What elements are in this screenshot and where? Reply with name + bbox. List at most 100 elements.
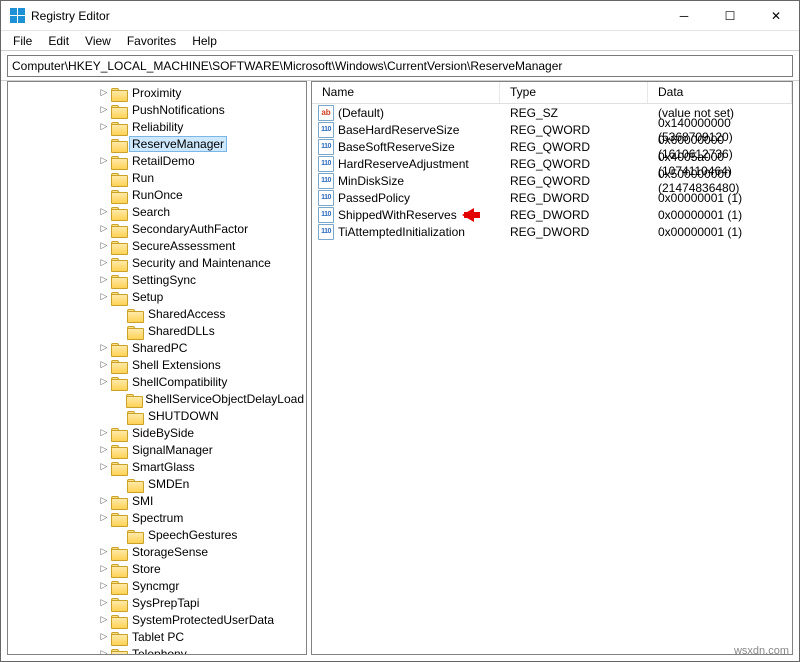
tree-item[interactable]: ▷SmartGlass: [10, 458, 306, 475]
tree-item[interactable]: SharedDLLs: [10, 322, 306, 339]
expander-icon[interactable]: ▷: [98, 512, 110, 523]
list-header[interactable]: Name Type Data: [312, 82, 792, 104]
expander-icon[interactable]: ▷: [98, 597, 110, 608]
maximize-button[interactable]: ☐: [707, 1, 753, 30]
tree-item[interactable]: ▷Shell Extensions: [10, 356, 306, 373]
tree-item[interactable]: ▷Tablet PC: [10, 628, 306, 645]
expander-icon[interactable]: ▷: [98, 427, 110, 438]
expander-icon[interactable]: ▷: [98, 274, 110, 285]
tree-item[interactable]: ▷SettingSync: [10, 271, 306, 288]
tree-item-label: Proximity: [130, 86, 183, 100]
tree-item[interactable]: ▷SysPrepTapi: [10, 594, 306, 611]
address-bar[interactable]: Computer\HKEY_LOCAL_MACHINE\SOFTWARE\Mic…: [7, 55, 793, 77]
value-data: 0x00000001 (1): [648, 191, 792, 205]
expander-icon[interactable]: ▷: [98, 359, 110, 370]
expander-icon[interactable]: ▷: [98, 87, 110, 98]
expander-icon[interactable]: ▷: [98, 223, 110, 234]
expander-icon[interactable]: ▷: [98, 240, 110, 251]
tree-item[interactable]: SharedAccess: [10, 305, 306, 322]
tree-item[interactable]: ▷ RetailDemo: [10, 152, 306, 169]
expander-icon[interactable]: ▷: [98, 546, 110, 557]
expander-icon[interactable]: ▷: [98, 104, 110, 115]
tree-item[interactable]: RunOnce: [10, 186, 306, 203]
list-row[interactable]: 110MinDiskSizeREG_QWORD0x500000000 (2147…: [312, 172, 792, 189]
tree-item[interactable]: ▷Security and Maintenance: [10, 254, 306, 271]
value-type: REG_QWORD: [500, 157, 648, 171]
tree-item[interactable]: ▷ SMI: [10, 492, 306, 509]
folder-icon: [111, 154, 127, 168]
expander-icon[interactable]: ▷: [98, 155, 110, 166]
value-type: REG_DWORD: [500, 191, 648, 205]
list-row[interactable]: 110ShippedWithReservesREG_DWORD0x0000000…: [312, 206, 792, 223]
expander-icon[interactable]: ▷: [98, 461, 110, 472]
tree-item[interactable]: ▷SecondaryAuthFactor: [10, 220, 306, 237]
tree-item[interactable]: ▷SignalManager: [10, 441, 306, 458]
column-name[interactable]: Name: [312, 82, 500, 103]
expander-icon[interactable]: ▷: [98, 206, 110, 217]
menu-help[interactable]: Help: [184, 33, 225, 49]
tree-item[interactable]: ReserveManager: [10, 135, 306, 152]
tree-item[interactable]: ▷SystemProtectedUserData: [10, 611, 306, 628]
tree-item[interactable]: ▷ Proximity: [10, 84, 306, 101]
tree-item[interactable]: ▷ SideBySide: [10, 424, 306, 441]
folder-icon: [111, 103, 127, 117]
expander-icon[interactable]: ▷: [98, 648, 110, 655]
tree-item[interactable]: SHUTDOWN: [10, 407, 306, 424]
menu-edit[interactable]: Edit: [40, 33, 77, 49]
menu-file[interactable]: File: [5, 33, 40, 49]
tree-item[interactable]: ShellServiceObjectDelayLoad: [10, 390, 306, 407]
tree-item[interactable]: ▷Search: [10, 203, 306, 220]
title-bar[interactable]: Registry Editor ─ ☐ ✕: [1, 1, 799, 31]
value-name: (Default): [338, 106, 384, 120]
menu-favorites[interactable]: Favorites: [119, 33, 184, 49]
tree-item-label: SMI: [130, 494, 155, 508]
list-row[interactable]: 110TiAttemptedInitializationREG_DWORD0x0…: [312, 223, 792, 240]
tree-item-label: SideBySide: [130, 426, 196, 440]
expander-icon[interactable]: ▷: [98, 563, 110, 574]
tree-item[interactable]: ▷ShellCompatibility: [10, 373, 306, 390]
tree-item[interactable]: SpeechGestures: [10, 526, 306, 543]
tree-item[interactable]: ▷Telephony: [10, 645, 306, 655]
column-data[interactable]: Data: [648, 82, 792, 103]
folder-icon: [126, 392, 140, 406]
value-type: REG_DWORD: [500, 208, 648, 222]
menu-view[interactable]: View: [77, 33, 119, 49]
value-type: REG_QWORD: [500, 140, 648, 154]
list-body[interactable]: ab(Default)REG_SZ(value not set)110BaseH…: [312, 104, 792, 654]
tree-item[interactable]: ▷StorageSense: [10, 543, 306, 560]
expander-icon[interactable]: ▷: [98, 257, 110, 268]
expander-icon[interactable]: ▷: [98, 614, 110, 625]
binary-value-icon: 110: [318, 224, 334, 240]
tree-item[interactable]: ▷Reliability: [10, 118, 306, 135]
value-list[interactable]: Name Type Data ab(Default)REG_SZ(value n…: [311, 81, 793, 655]
registry-tree[interactable]: ▷ Proximity▷PushNotifications▷Reliability…: [7, 81, 307, 655]
tree-item[interactable]: ▷SharedPC: [10, 339, 306, 356]
tree-item[interactable]: ▷Spectrum: [10, 509, 306, 526]
watermark: wsxdn.com: [734, 645, 789, 657]
tree-item-label: ShellServiceObjectDelayLoad: [143, 392, 306, 406]
folder-icon: [111, 426, 127, 440]
expander-icon[interactable]: ▷: [98, 342, 110, 353]
expander-icon[interactable]: ▷: [98, 121, 110, 132]
expander-icon[interactable]: ▷: [98, 291, 110, 302]
expander-icon[interactable]: ▷: [98, 495, 110, 506]
tree-item[interactable]: ▷SecureAssessment: [10, 237, 306, 254]
tree-item-label: Setup: [130, 290, 165, 304]
list-row[interactable]: 110PassedPolicyREG_DWORD0x00000001 (1): [312, 189, 792, 206]
column-type[interactable]: Type: [500, 82, 648, 103]
address-text: Computer\HKEY_LOCAL_MACHINE\SOFTWARE\Mic…: [12, 59, 562, 73]
close-button[interactable]: ✕: [753, 1, 799, 30]
expander-icon[interactable]: ▷: [98, 580, 110, 591]
expander-icon[interactable]: ▷: [98, 631, 110, 642]
folder-icon: [111, 273, 127, 287]
tree-item[interactable]: ▷Store: [10, 560, 306, 577]
tree-item[interactable]: ▷PushNotifications: [10, 101, 306, 118]
expander-icon[interactable]: ▷: [98, 444, 110, 455]
tree-item-label: RetailDemo: [130, 154, 197, 168]
tree-item[interactable]: SMDEn: [10, 475, 306, 492]
tree-item[interactable]: ▷ Setup: [10, 288, 306, 305]
minimize-button[interactable]: ─: [661, 1, 707, 30]
tree-item[interactable]: Run: [10, 169, 306, 186]
tree-item[interactable]: ▷Syncmgr: [10, 577, 306, 594]
expander-icon[interactable]: ▷: [98, 376, 110, 387]
